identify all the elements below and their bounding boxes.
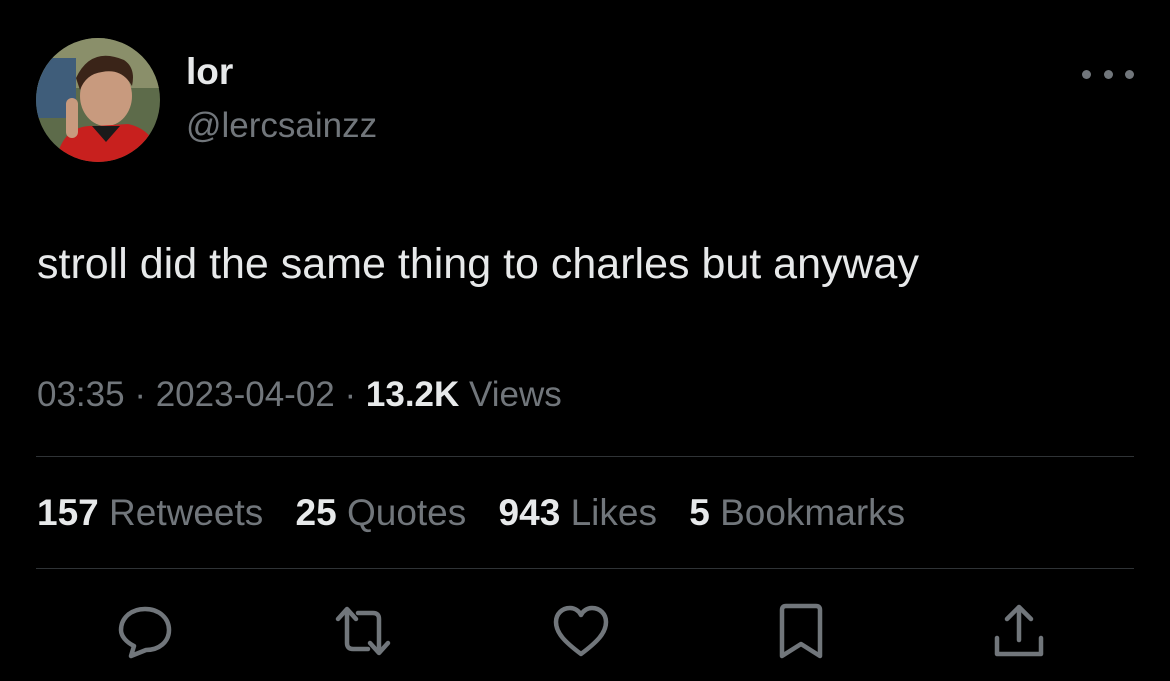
tweet-time[interactable]: 03:35	[37, 375, 125, 414]
quotes-label: Quotes	[346, 492, 467, 533]
retweets-stat[interactable]: 157 Retweets	[37, 492, 263, 533]
more-dots-icon	[1103, 69, 1113, 79]
bookmarks-count: 5	[689, 492, 710, 533]
avatar[interactable]	[36, 38, 160, 162]
reply-button[interactable]	[114, 600, 176, 662]
profile-photo-icon	[36, 38, 160, 162]
retweets-count: 157	[37, 492, 99, 533]
quotes-count: 25	[295, 492, 337, 533]
bookmark-icon	[779, 603, 823, 659]
reply-icon	[118, 606, 172, 659]
more-options-button[interactable]	[1082, 58, 1134, 90]
bookmarks-label: Bookmarks	[720, 492, 906, 533]
likes-stat[interactable]: 943 Likes	[499, 492, 657, 533]
more-dots-icon	[1125, 69, 1134, 79]
share-icon	[994, 604, 1044, 657]
retweets-label: Retweets	[109, 492, 264, 533]
tweet-date[interactable]: 2023-04-02	[156, 375, 335, 414]
meta-separator: ·	[344, 375, 357, 414]
meta-separator: ·	[134, 375, 146, 414]
display-name[interactable]: lor	[186, 50, 233, 94]
user-handle[interactable]: @lercsainzz	[186, 105, 377, 147]
likes-label: Likes	[570, 492, 657, 533]
tweet-meta: 03:35 · 2023-04-02 · 13.2K Views	[37, 372, 562, 418]
bookmarks-stat[interactable]: 5 Bookmarks	[689, 492, 905, 533]
share-button[interactable]	[988, 600, 1050, 662]
more-dots-icon	[1082, 69, 1091, 79]
retweet-button[interactable]	[332, 600, 394, 662]
like-icon	[553, 605, 609, 657]
bookmark-button[interactable]	[770, 600, 832, 662]
views-count: 13.2K	[365, 375, 460, 414]
likes-count: 943	[498, 492, 561, 533]
retweet-icon	[335, 606, 391, 656]
like-button[interactable]	[550, 600, 612, 662]
engagement-stats: 157 Retweets 25 Quotes 943 Likes 5 Bookm…	[37, 490, 927, 536]
divider	[36, 456, 1134, 457]
views-label: Views	[469, 375, 562, 414]
quotes-stat[interactable]: 25 Quotes	[296, 492, 467, 533]
divider	[36, 568, 1134, 569]
tweet-text: stroll did the same thing to charles but…	[37, 240, 919, 288]
